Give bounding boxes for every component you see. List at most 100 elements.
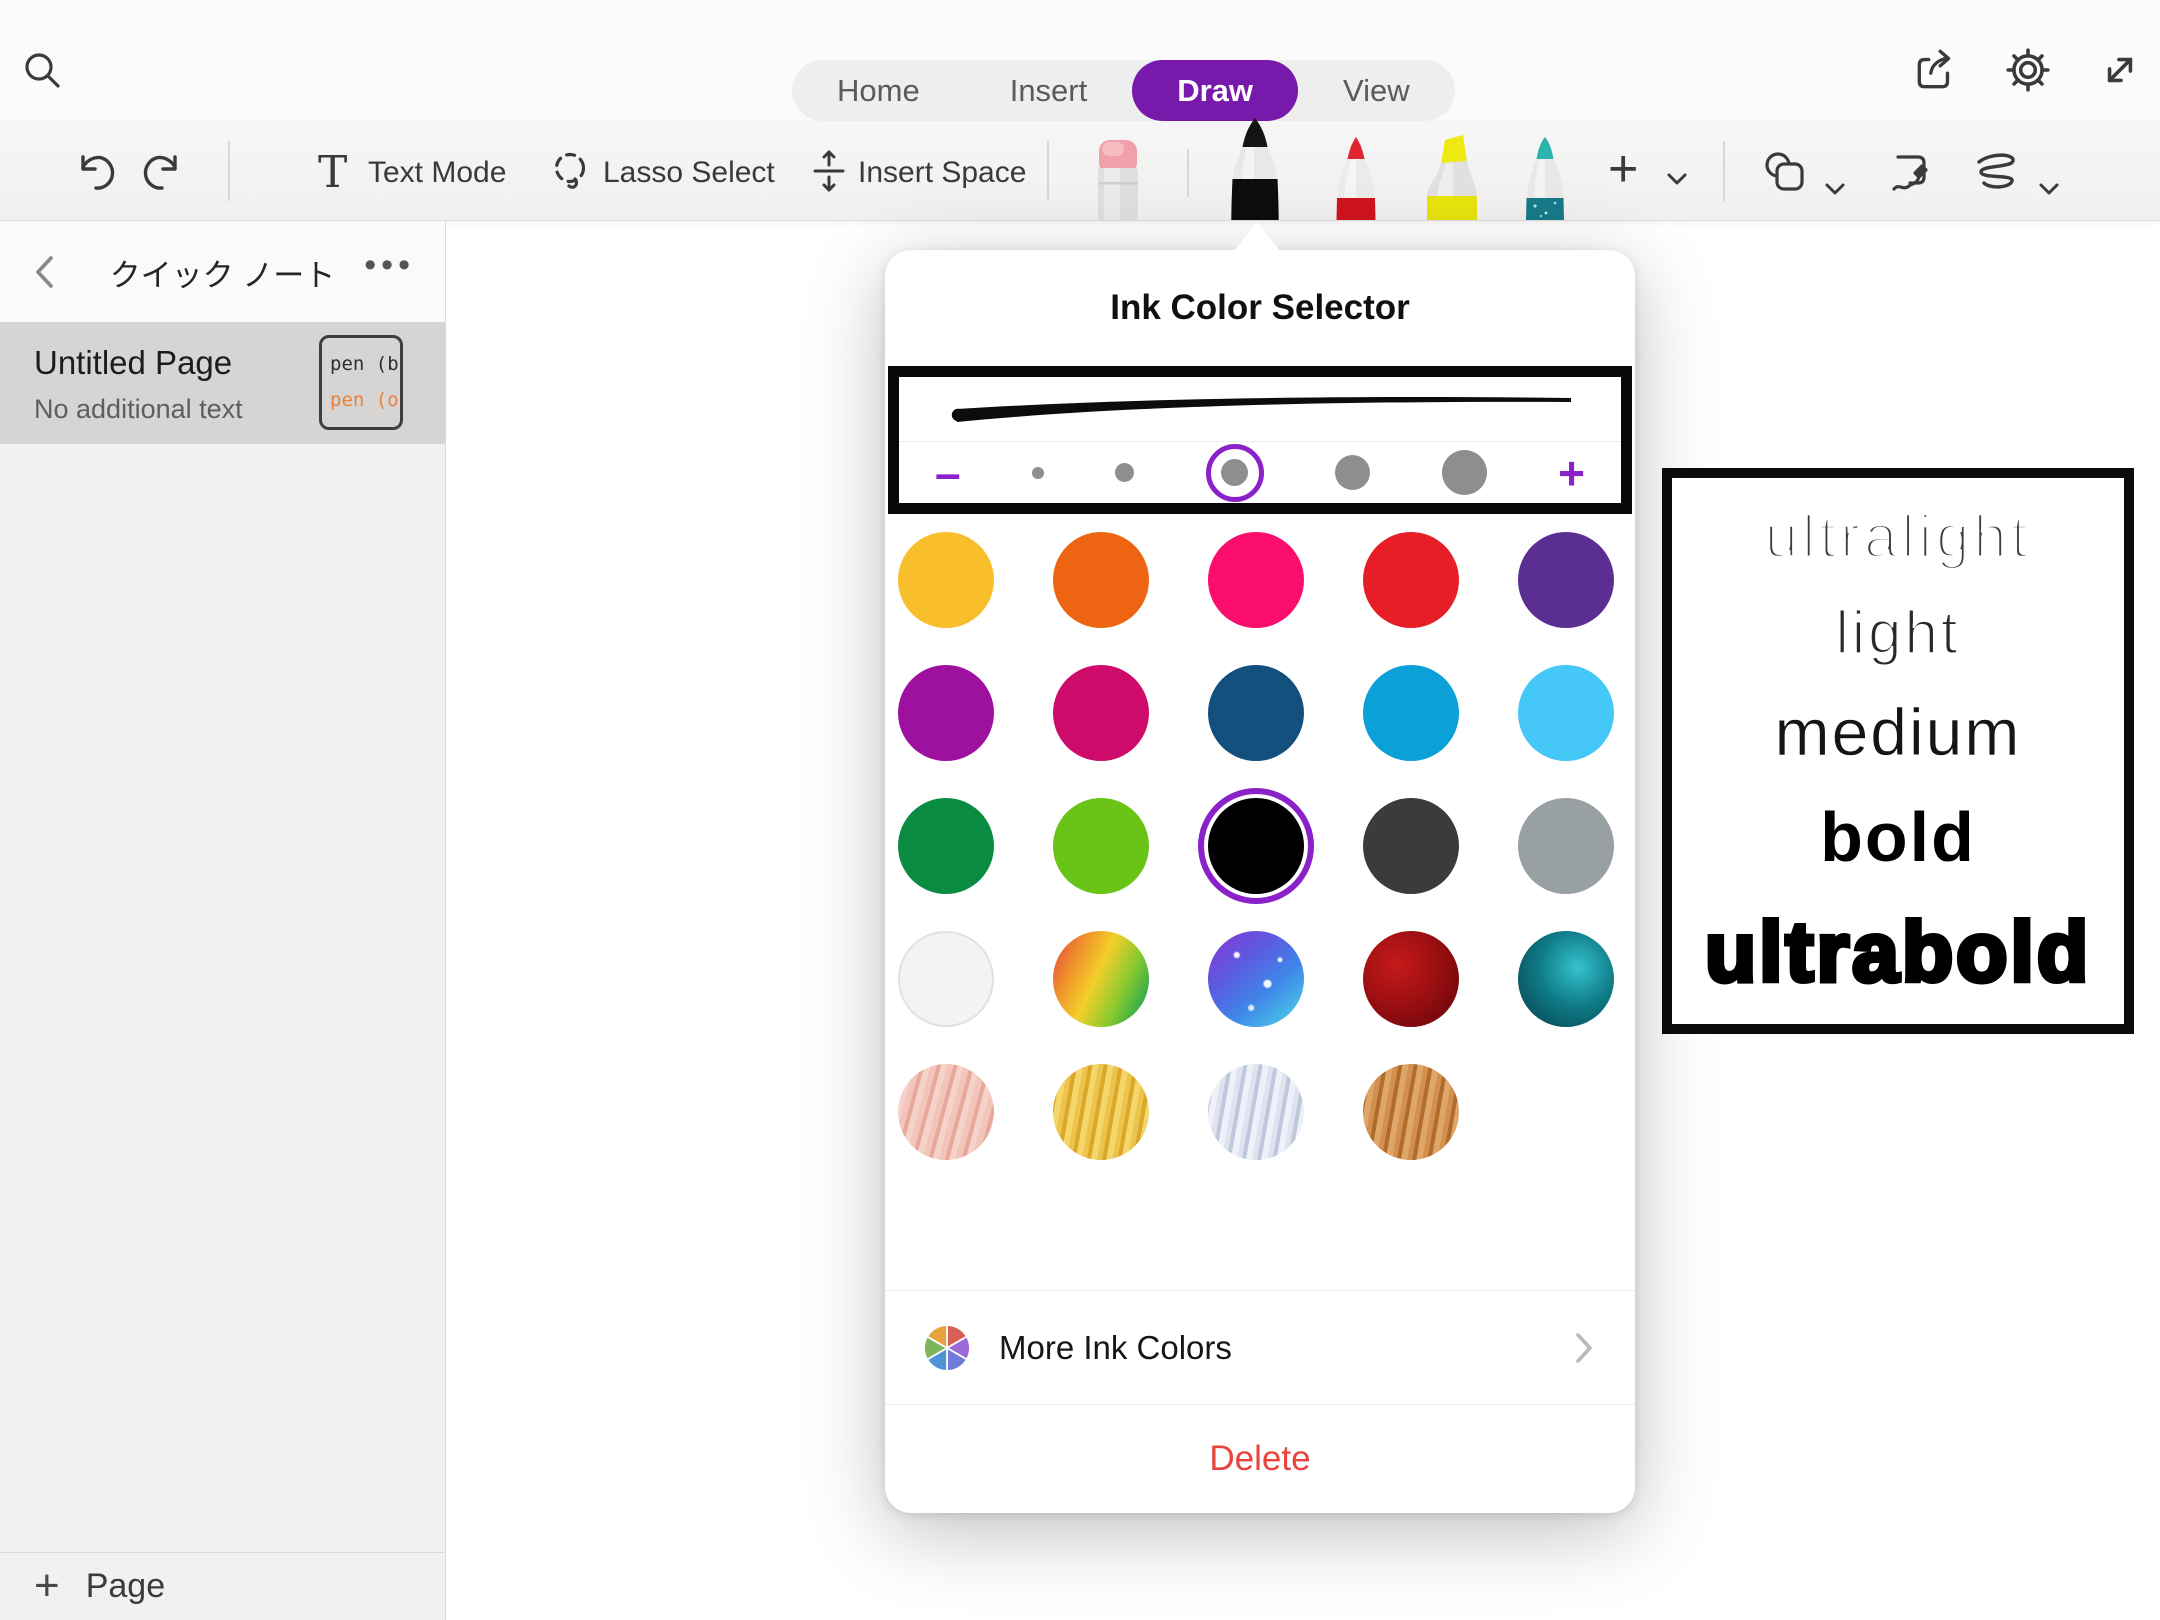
more-ink-colors-row[interactable]: More Ink Colors — [885, 1290, 1635, 1404]
handwriting-ultralight: ultralight — [1765, 502, 2032, 571]
handwriting-light: light — [1835, 598, 1960, 667]
share-icon[interactable] — [1912, 46, 1960, 94]
color-swatch[interactable] — [1208, 665, 1304, 761]
color-swatch[interactable] — [1518, 931, 1614, 1027]
color-swatch[interactable] — [1363, 1064, 1459, 1160]
search-icon[interactable] — [20, 48, 66, 94]
color-swatch[interactable] — [898, 1064, 994, 1160]
thumbnail-line: pen (ora — [330, 382, 400, 418]
delete-pen-button[interactable]: Delete — [1209, 1439, 1310, 1479]
text-mode-icon[interactable]: T — [318, 147, 364, 193]
sidebar-menu-ellipsis[interactable]: ••• — [364, 246, 415, 285]
color-swatch[interactable] — [1518, 532, 1614, 628]
settings-gear-icon[interactable] — [2004, 46, 2052, 94]
page-thumbnail: pen (bl pen (ora — [319, 335, 403, 430]
stroke-preview — [899, 379, 1621, 441]
tab-insert[interactable]: Insert — [965, 60, 1133, 121]
tab-home[interactable]: Home — [792, 60, 965, 121]
color-swatch[interactable] — [1363, 665, 1459, 761]
chevron-down-icon[interactable] — [1822, 179, 1848, 199]
color-swatch[interactable] — [1053, 665, 1149, 761]
pen-red-icon[interactable] — [1326, 134, 1386, 220]
tab-draw[interactable]: Draw — [1132, 60, 1298, 121]
handwriting-medium: medium — [1775, 694, 2022, 770]
lasso-select-icon[interactable] — [548, 149, 594, 195]
handwriting-ultrabold: ultrabold — [1705, 904, 2091, 1001]
color-swatch[interactable] — [1363, 532, 1459, 628]
color-wheel-icon — [923, 1324, 971, 1372]
toolbar-divider — [228, 141, 230, 201]
color-swatch[interactable] — [1363, 798, 1459, 894]
page-title: Untitled Page — [34, 344, 232, 382]
color-swatch-selected[interactable] — [1208, 798, 1304, 894]
pen-black-icon[interactable] — [1220, 116, 1290, 220]
color-swatch[interactable] — [1208, 532, 1304, 628]
color-swatch[interactable] — [1363, 931, 1459, 1027]
ink-effects-scribble-icon[interactable] — [1972, 149, 2018, 195]
color-swatch[interactable] — [1518, 665, 1614, 761]
ribbon-tabbar: Home Insert Draw View — [792, 60, 1455, 121]
color-swatch[interactable] — [898, 798, 994, 894]
thickness-dot-row: – + — [899, 441, 1621, 503]
lasso-select-label[interactable]: Lasso Select — [603, 156, 775, 190]
thickness-dot-3-selected[interactable] — [1206, 444, 1264, 502]
thickness-dot-5[interactable] — [1442, 450, 1487, 495]
text-mode-label[interactable]: Text Mode — [368, 156, 506, 190]
page-subtitle: No additional text — [34, 394, 243, 425]
popup-caret — [1233, 222, 1281, 252]
more-ink-colors-label: More Ink Colors — [999, 1329, 1232, 1367]
chevron-down-icon[interactable] — [2036, 179, 2062, 199]
top-bar: Home Insert Draw View — [0, 0, 2160, 121]
insert-space-icon[interactable] — [806, 149, 852, 195]
highlighter-yellow-icon[interactable] — [1420, 134, 1484, 220]
page-sidebar: クイック ノート ••• Untitled Page No additional… — [0, 222, 446, 1620]
thickness-increase-button[interactable]: + — [1558, 450, 1585, 496]
eraser-tool-icon[interactable] — [1092, 138, 1144, 220]
add-page-label: Page — [86, 1567, 165, 1606]
color-swatch[interactable] — [898, 931, 994, 1027]
chevron-down-icon[interactable] — [1664, 169, 1690, 189]
add-page-row: + Page — [0, 1552, 445, 1620]
delete-row: Delete — [885, 1404, 1635, 1513]
sidebar-header: クイック ノート ••• — [0, 222, 445, 322]
redo-icon[interactable] — [140, 149, 186, 195]
color-swatch[interactable] — [1518, 798, 1614, 894]
add-pen-button[interactable]: + — [1608, 143, 1638, 195]
thickness-dot-3 — [1221, 459, 1248, 486]
draw-toolbar: T Text Mode Lasso Select Insert Space — [0, 121, 2160, 221]
ink-color-selector-popup: Ink Color Selector – + — [885, 250, 1635, 1513]
popup-title: Ink Color Selector — [885, 288, 1635, 328]
color-swatch[interactable] — [898, 665, 994, 761]
color-swatch[interactable] — [1208, 931, 1304, 1027]
shapes-icon[interactable] — [1760, 149, 1806, 195]
toolbar-divider — [1047, 141, 1049, 201]
tab-view[interactable]: View — [1298, 60, 1455, 121]
fullscreen-expand-icon[interactable] — [2096, 46, 2144, 94]
chevron-right-icon — [1573, 1331, 1595, 1365]
page-list-item-selected[interactable]: Untitled Page No additional text pen (bl… — [0, 322, 445, 444]
ink-to-shape-icon[interactable] — [1886, 149, 1932, 195]
color-swatch-grid — [898, 532, 1622, 1160]
plus-icon: + — [34, 1561, 60, 1611]
thickness-section: – + — [888, 366, 1632, 514]
onenote-app: Home Insert Draw View — [0, 0, 2160, 1620]
toolbar-divider — [1187, 149, 1189, 197]
insert-space-label[interactable]: Insert Space — [858, 156, 1026, 190]
color-swatch[interactable] — [1053, 1064, 1149, 1160]
color-swatch[interactable] — [1208, 1064, 1304, 1160]
thickness-dot-1[interactable] — [1032, 467, 1044, 479]
thickness-dot-2[interactable] — [1115, 463, 1134, 482]
thickness-decrease-button[interactable]: – — [935, 450, 961, 496]
handwriting-weight-samples-box: ultralight light medium bold ultrabold — [1662, 468, 2134, 1034]
color-swatch[interactable] — [1053, 532, 1149, 628]
color-swatch[interactable] — [1053, 931, 1149, 1027]
add-page-button[interactable]: + Page — [34, 1561, 165, 1611]
toolbar-divider — [1723, 141, 1725, 201]
color-swatch[interactable] — [898, 532, 994, 628]
undo-icon[interactable] — [72, 149, 118, 195]
handwriting-bold: bold — [1820, 797, 1976, 877]
pen-teal-icon[interactable] — [1516, 134, 1574, 220]
thumbnail-line: pen (bl — [330, 346, 400, 382]
color-swatch[interactable] — [1053, 798, 1149, 894]
thickness-dot-4[interactable] — [1335, 455, 1370, 490]
